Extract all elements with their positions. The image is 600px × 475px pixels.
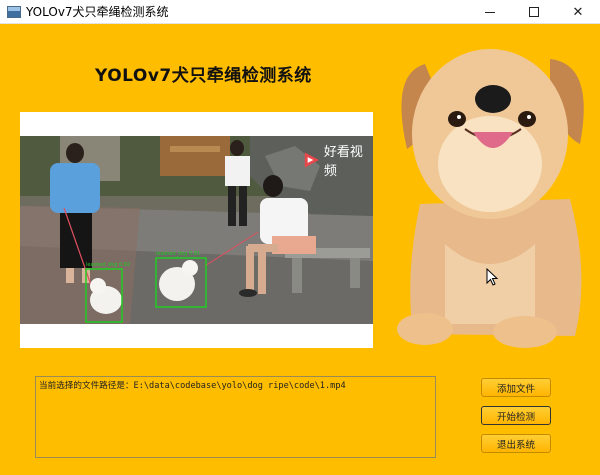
detection-label: leashed_dog 0.81 <box>156 251 201 257</box>
close-icon: ✕ <box>572 4 584 20</box>
main-window-client: YOLOv7犬只牵绳检测系统 leashed_dog 0.82 leashed_… <box>0 24 600 475</box>
close-button[interactable]: ✕ <box>556 0 600 24</box>
dog-mascot-image <box>397 49 584 348</box>
window-title: YOLOv7犬只牵绳检测系统 <box>26 5 169 19</box>
exit-system-button[interactable]: 退出系统 <box>481 434 551 453</box>
app-heading: YOLOv7犬只牵绳检测系统 <box>95 66 312 86</box>
minimize-icon <box>485 11 495 13</box>
play-logo-icon <box>304 152 320 168</box>
video-display: leashed_dog 0.82 leashed_dog 0.81 好看视频 <box>20 112 373 348</box>
video-frame-image: leashed_dog 0.82 leashed_dog 0.81 好看视频 <box>20 136 373 324</box>
file-path-textbox[interactable]: 当前选择的文件路径是：E:\data\codebase\yolo\dog rip… <box>35 376 436 458</box>
detection-label: leashed_dog 0.82 <box>86 262 131 268</box>
maximize-button[interactable] <box>512 0 556 24</box>
maximize-icon <box>529 7 539 17</box>
app-window-icon <box>7 5 21 18</box>
video-watermark: 好看视频 <box>302 141 373 179</box>
start-detection-button[interactable]: 开始检测 <box>481 406 551 425</box>
add-file-button[interactable]: 添加文件 <box>481 378 551 397</box>
mouse-cursor-icon <box>486 268 498 286</box>
file-path-text: 当前选择的文件路径是：E:\data\codebase\yolo\dog rip… <box>39 381 346 391</box>
watermark-text: 好看视频 <box>323 145 363 179</box>
minimize-button[interactable] <box>468 0 512 24</box>
window-controls: ✕ <box>468 0 600 24</box>
window-titlebar[interactable]: YOLOv7犬只牵绳检测系统 ✕ <box>0 0 600 24</box>
